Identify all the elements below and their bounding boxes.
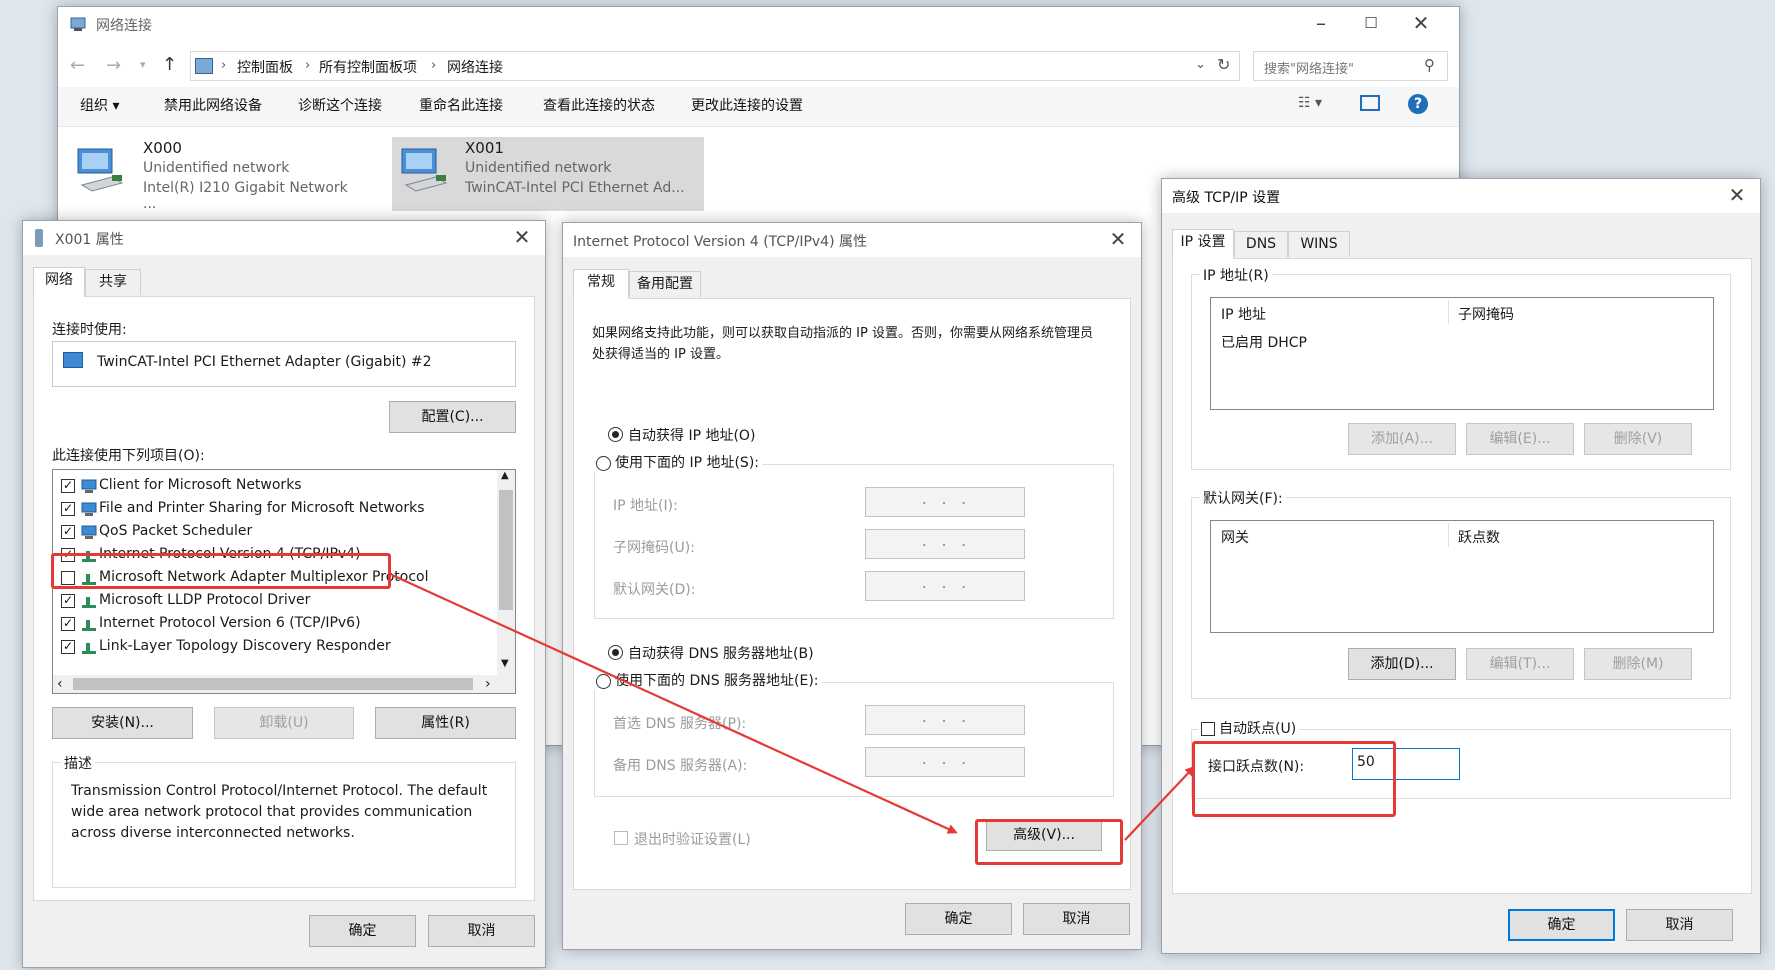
annotation-arrows xyxy=(391,573,1196,841)
tab-general[interactable]: 常规 xyxy=(573,269,629,299)
tab-network[interactable]: 网络 xyxy=(33,267,85,297)
annotation-arrow xyxy=(391,573,958,834)
tab-ip-settings[interactable]: IP 设置 xyxy=(1172,229,1234,259)
annotation-arrow xyxy=(1124,765,1196,841)
